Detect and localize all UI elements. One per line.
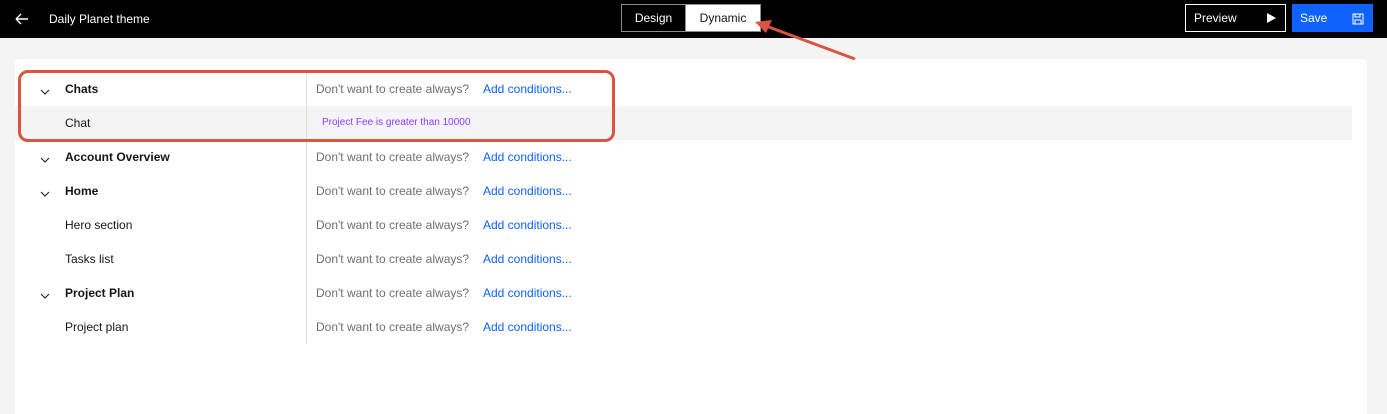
condition-hint: Don't want to create always? — [316, 150, 470, 164]
row-label: Project Plan — [65, 286, 135, 300]
row-label: Project plan — [65, 320, 129, 334]
chevron-down-icon[interactable] — [40, 84, 50, 95]
item-row: Hero section Don't want to create always?… — [15, 208, 1352, 242]
condition-tag[interactable]: Project Fee is greater than 10000 — [316, 115, 477, 131]
add-conditions-link[interactable]: Add conditions... — [483, 218, 572, 232]
item-row: Chat Project Fee is greater than 10000 — [15, 106, 1352, 140]
column-divider — [306, 72, 307, 106]
preview-button[interactable]: Preview — [1185, 4, 1286, 32]
column-divider — [306, 140, 307, 174]
section-row: Home Don't want to create always? Add cond… — [15, 174, 1352, 208]
column-divider — [306, 106, 307, 140]
chevron-down-icon[interactable] — [40, 186, 50, 197]
add-conditions-link[interactable]: Add conditions... — [483, 150, 572, 164]
chevron-down-icon[interactable] — [40, 152, 50, 163]
add-conditions-link[interactable]: Add conditions... — [483, 252, 572, 266]
add-conditions-link[interactable]: Add conditions... — [483, 184, 572, 198]
row-label: Account Overview — [65, 150, 170, 164]
add-conditions-link[interactable]: Add conditions... — [483, 286, 572, 300]
column-divider — [306, 174, 307, 208]
row-label: Chat — [65, 116, 91, 130]
column-divider — [306, 208, 307, 242]
play-icon — [1267, 13, 1276, 23]
condition-hint: Don't want to create always? — [316, 286, 470, 300]
column-divider — [306, 276, 307, 310]
preview-button-label: Preview — [1194, 11, 1237, 25]
chevron-down-icon[interactable] — [40, 288, 50, 299]
tab-design[interactable]: Design — [622, 5, 686, 31]
row-label: Chats — [65, 82, 99, 96]
tab-dynamic[interactable]: Dynamic — [686, 5, 760, 31]
section-row: Account Overview Don't want to create alw… — [15, 140, 1352, 174]
add-conditions-link[interactable]: Add conditions... — [483, 82, 572, 96]
condition-hint: Don't want to create always? — [316, 82, 470, 96]
row-label: Home — [65, 184, 99, 198]
condition-hint: Don't want to create always? — [316, 320, 470, 334]
column-divider — [306, 242, 307, 276]
column-divider — [306, 310, 307, 344]
back-arrow-icon[interactable] — [12, 9, 32, 29]
item-row: Project plan Don't want to create always?… — [15, 310, 1352, 344]
top-bar: Daily Planet theme Design Dynamic Previe… — [0, 0, 1387, 38]
mode-tabs: Design Dynamic — [621, 4, 761, 32]
save-icon — [1352, 12, 1364, 25]
condition-hint: Don't want to create always? — [316, 218, 470, 232]
item-row: Tasks list Don't want to create always? Ad… — [15, 242, 1352, 276]
condition-hint: Don't want to create always? — [316, 184, 470, 198]
row-label: Tasks list — [65, 252, 114, 266]
app-title: Daily Planet theme — [49, 12, 150, 26]
row-label: Hero section — [65, 218, 133, 232]
section-row: Project Plan Don't want to create always?… — [15, 276, 1352, 310]
add-conditions-link[interactable]: Add conditions... — [483, 320, 572, 334]
section-row: Chats Don't want to create always? Add con… — [15, 72, 1352, 106]
condition-hint: Don't want to create always? — [316, 252, 470, 266]
save-button-label: Save — [1300, 11, 1328, 25]
save-button[interactable]: Save — [1292, 4, 1373, 32]
